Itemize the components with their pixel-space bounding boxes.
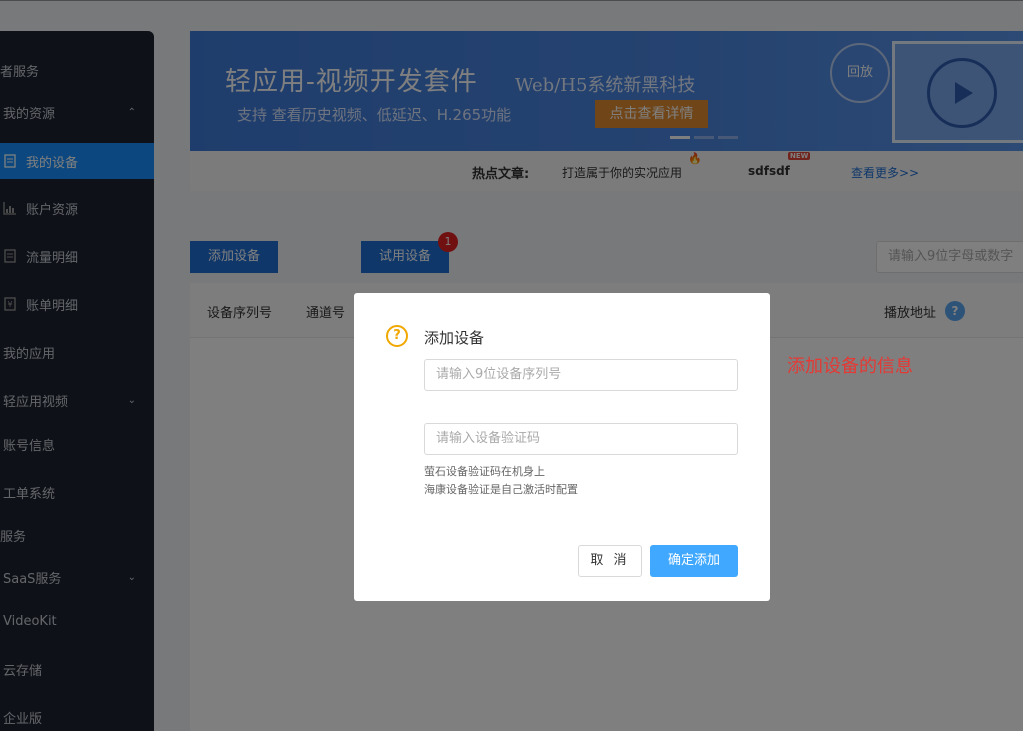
dialog-title: 添加设备 [424, 329, 485, 347]
add-device-dialog: ? 添加设备 请输入9位设备序列号 请输入设备验证码 萤石设备验证码在机身上 海… [354, 293, 770, 601]
hint-text: 海康设备验证是自己激活时配置 [424, 483, 578, 496]
question-icon: ? [386, 325, 408, 347]
hint-text: 萤石设备验证码在机身上 [424, 465, 545, 478]
serial-number-input[interactable]: 请输入9位设备序列号 [424, 359, 738, 391]
confirm-add-button[interactable]: 确定添加 [650, 545, 738, 577]
annotation-text: 添加设备的信息 [787, 356, 913, 377]
verification-code-input[interactable]: 请输入设备验证码 [424, 423, 738, 455]
cancel-button[interactable]: 取 消 [578, 545, 642, 577]
